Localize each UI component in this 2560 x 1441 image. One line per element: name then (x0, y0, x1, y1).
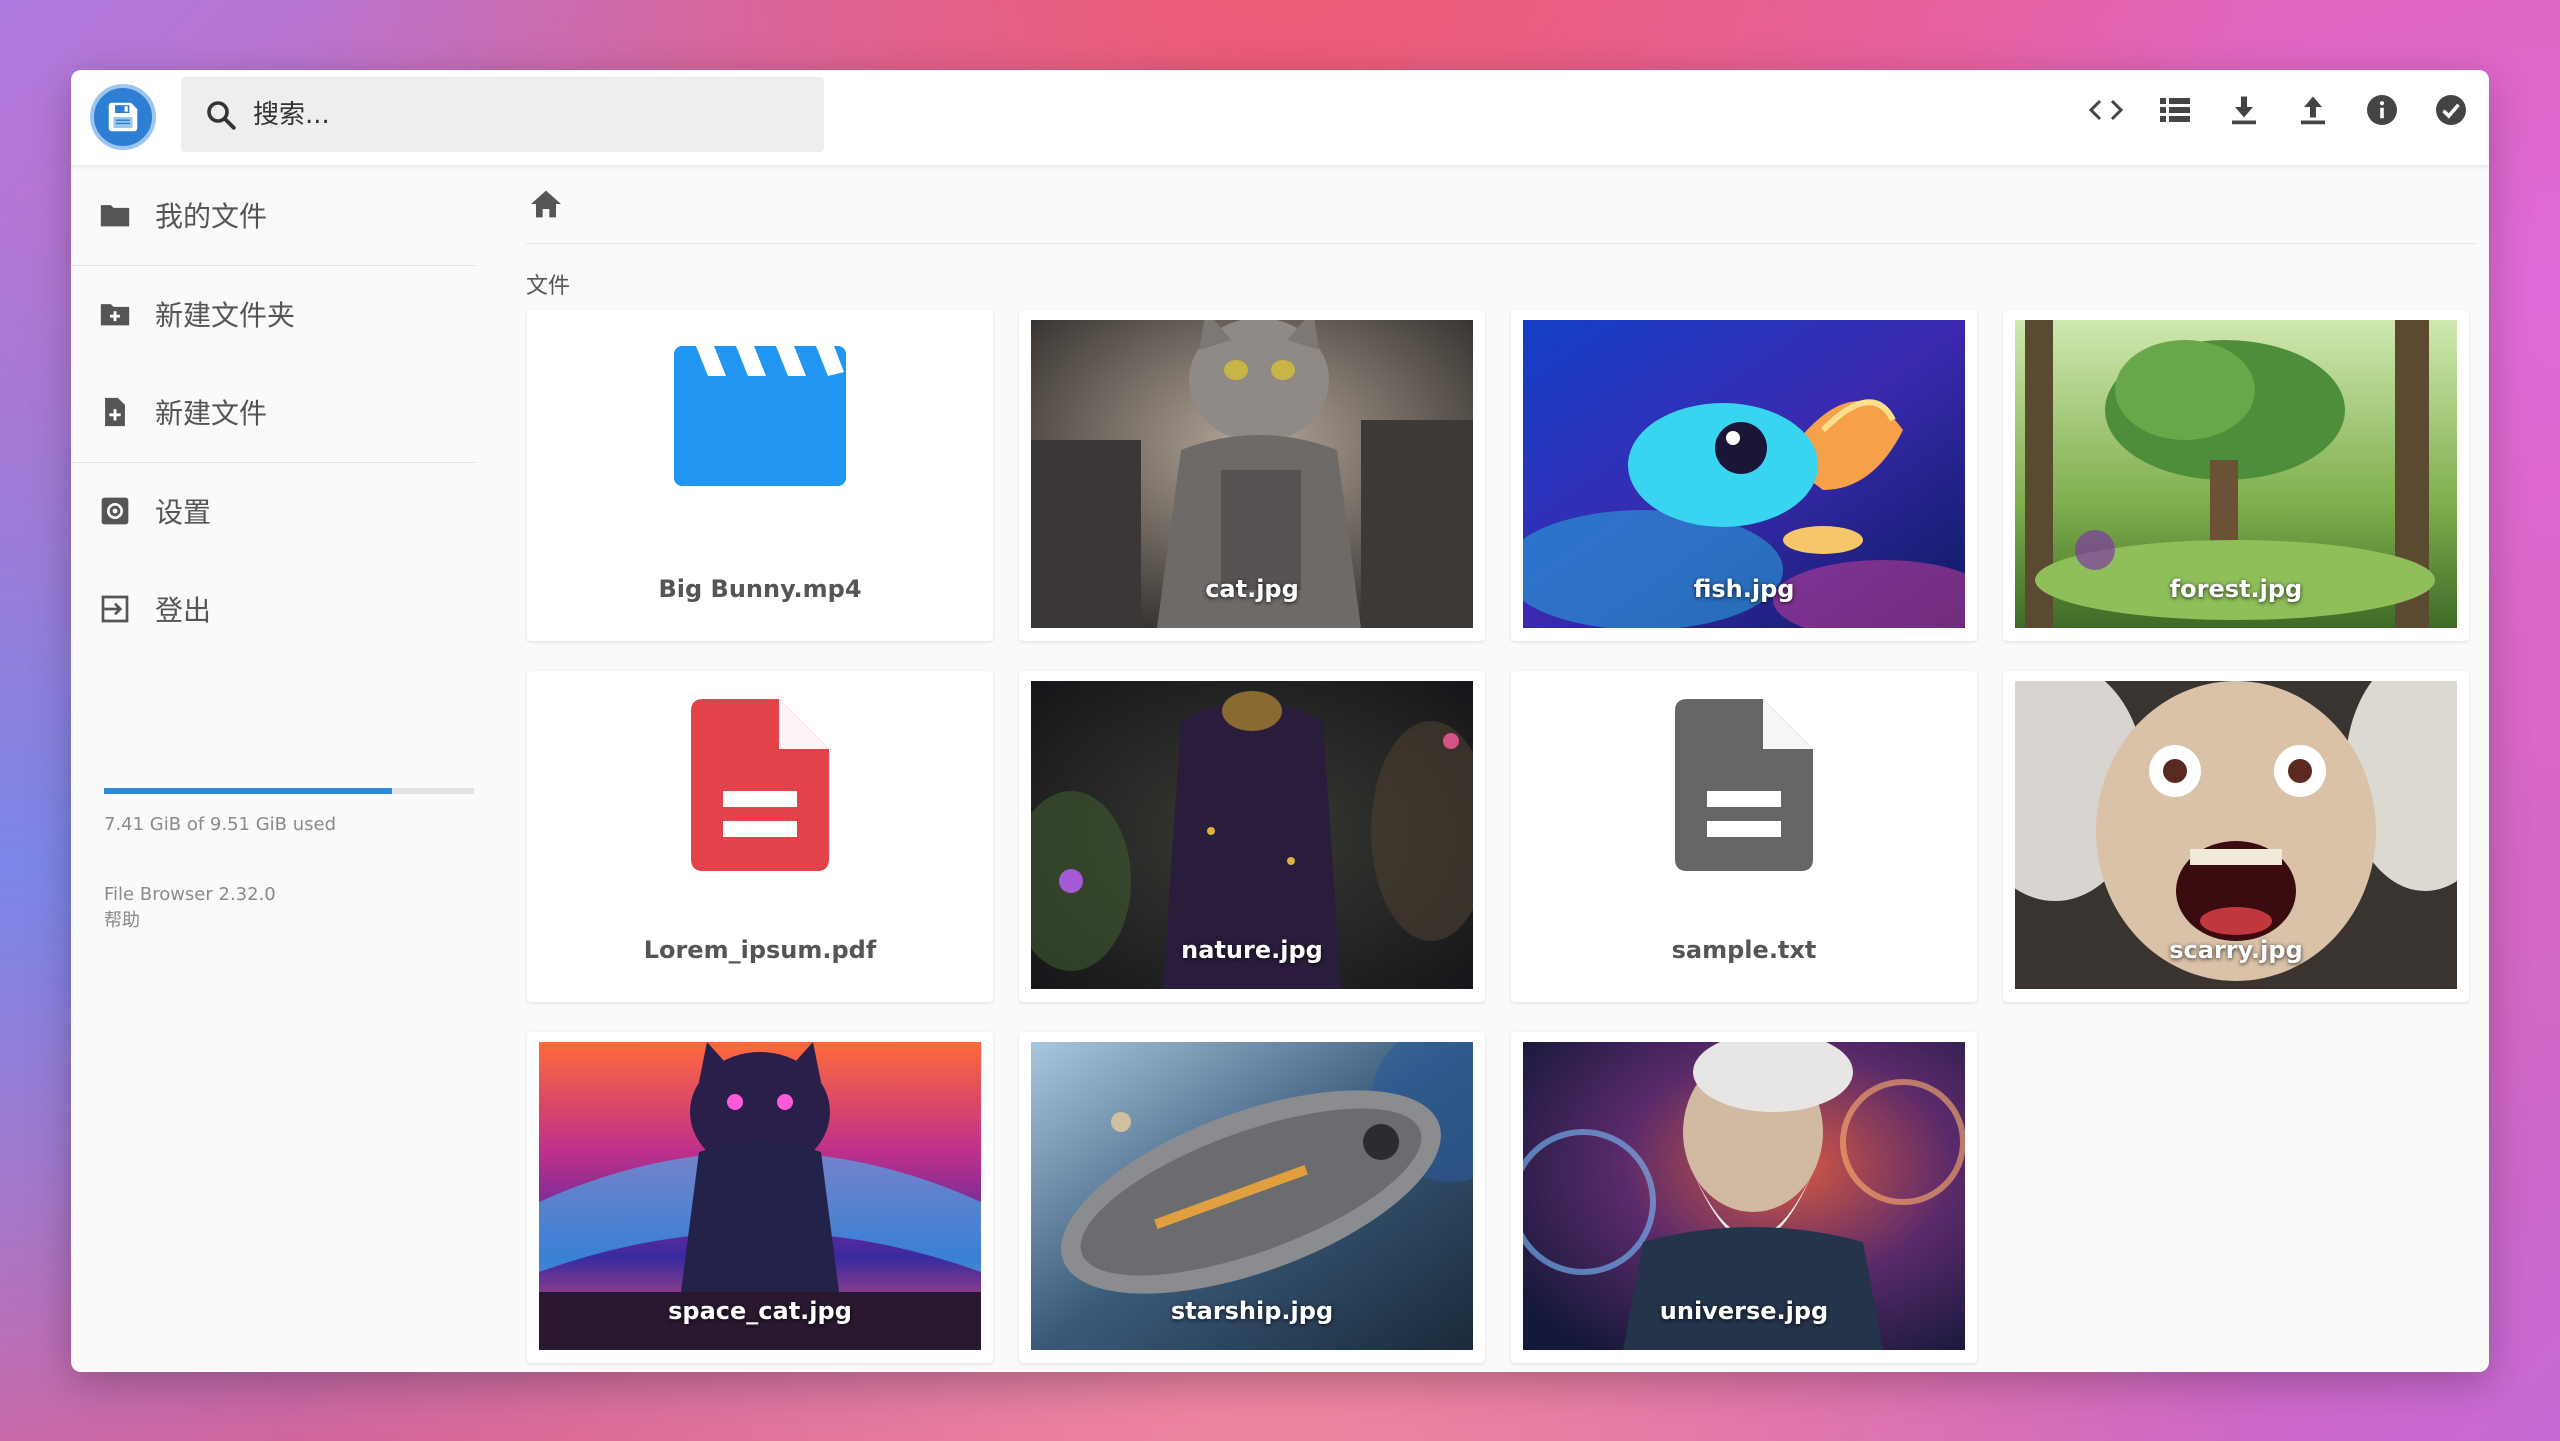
upload-icon (2301, 96, 2325, 125)
file-item-universe[interactable]: universe.jpg (1511, 1032, 1977, 1363)
floppy-disk-icon (108, 102, 138, 132)
storage-progress-fill (104, 788, 393, 794)
logout-icon (97, 591, 133, 627)
file-item-forest[interactable]: forest.jpg (2003, 310, 2469, 641)
header-actions (2086, 90, 2471, 130)
sidebar-item-my-files[interactable]: 我的文件 (71, 166, 476, 264)
sidebar-item-settings[interactable]: 设置 (71, 462, 476, 560)
file-name: Big Bunny.mp4 (658, 575, 862, 603)
sidebar-item-logout[interactable]: 登出 (71, 560, 476, 658)
switch-view-button[interactable] (2155, 90, 2195, 130)
app-window: 我的文件 新建文件夹 新建文件 设置 登出 (71, 70, 2489, 1372)
file-item-big-bunny[interactable]: Big Bunny.mp4 (527, 310, 993, 641)
list-view-icon (2160, 98, 2190, 122)
text-document-icon (1675, 699, 1813, 871)
top-bar (71, 70, 2489, 166)
file-name: starship.jpg (1170, 1297, 1334, 1325)
file-name: Lorem_ipsum.pdf (643, 936, 877, 964)
search-input[interactable] (253, 99, 773, 130)
file-name: nature.jpg (1181, 936, 1323, 964)
app-logo[interactable] (90, 84, 156, 150)
sidebar-item-new-file[interactable]: 新建文件 (71, 363, 476, 461)
home-icon[interactable] (526, 184, 566, 224)
file-name: scarry.jpg (2169, 936, 2303, 964)
file-name: forest.jpg (2169, 575, 2303, 603)
select-multiple-button[interactable] (2431, 90, 2471, 130)
section-title: 文件 (526, 274, 571, 299)
credits: File Browser 2.32.0 帮助 (104, 882, 276, 934)
file-item-starship[interactable]: starship.jpg (1019, 1032, 1485, 1363)
file-name: cat.jpg (1205, 575, 1299, 603)
upload-button[interactable] (2293, 90, 2333, 130)
note-add-icon (97, 394, 133, 430)
download-icon (2232, 96, 2256, 125)
storage-progress-bar (104, 788, 474, 794)
sidebar-item-label: 新建文件 (155, 397, 268, 430)
file-item-scarry[interactable]: scarry.jpg (2003, 671, 2469, 1002)
file-item-cat[interactable]: cat.jpg (1019, 310, 1485, 641)
code-icon (2088, 99, 2124, 121)
sidebar-item-new-folder[interactable]: 新建文件夹 (71, 265, 476, 363)
file-item-space-cat[interactable]: space_cat.jpg (527, 1032, 993, 1363)
file-name: sample.txt (1671, 936, 1817, 964)
file-item-fish[interactable]: fish.jpg (1511, 310, 1977, 641)
version-link[interactable]: File Browser 2.32.0 (104, 884, 276, 905)
settings-icon (97, 493, 133, 529)
sidebar-item-label: 登出 (155, 594, 212, 627)
search-box[interactable] (181, 77, 824, 152)
search-icon (207, 100, 236, 130)
file-name: space_cat.jpg (668, 1297, 852, 1325)
file-item-nature[interactable]: nature.jpg (1019, 671, 1485, 1002)
file-name: universe.jpg (1659, 1297, 1829, 1325)
select-check-icon (2436, 95, 2466, 125)
file-item-lorem-ipsum[interactable]: Lorem_ipsum.pdf (527, 671, 993, 1002)
folder-icon (97, 197, 133, 233)
create-folder-icon (97, 296, 133, 332)
info-button[interactable] (2362, 90, 2402, 130)
file-item-sample-txt[interactable]: sample.txt (1511, 671, 1977, 1002)
file-name: fish.jpg (1693, 575, 1795, 603)
storage-usage-text: 7.41 GiB of 9.51 GiB used (104, 814, 336, 835)
toggle-editor-button[interactable] (2086, 90, 2126, 130)
sidebar-item-label: 设置 (155, 496, 212, 529)
pdf-document-icon (691, 699, 829, 871)
sidebar: 我的文件 新建文件夹 新建文件 设置 登出 7.41 GiB of 9.51 G… (71, 166, 491, 1372)
breadcrumb (526, 176, 2476, 244)
sidebar-item-label: 新建文件夹 (155, 299, 296, 332)
sidebar-item-label: 我的文件 (155, 200, 268, 233)
movie-clapper-icon (674, 346, 846, 486)
help-link[interactable]: 帮助 (104, 910, 140, 931)
info-icon (2367, 95, 2397, 125)
download-button[interactable] (2224, 90, 2264, 130)
